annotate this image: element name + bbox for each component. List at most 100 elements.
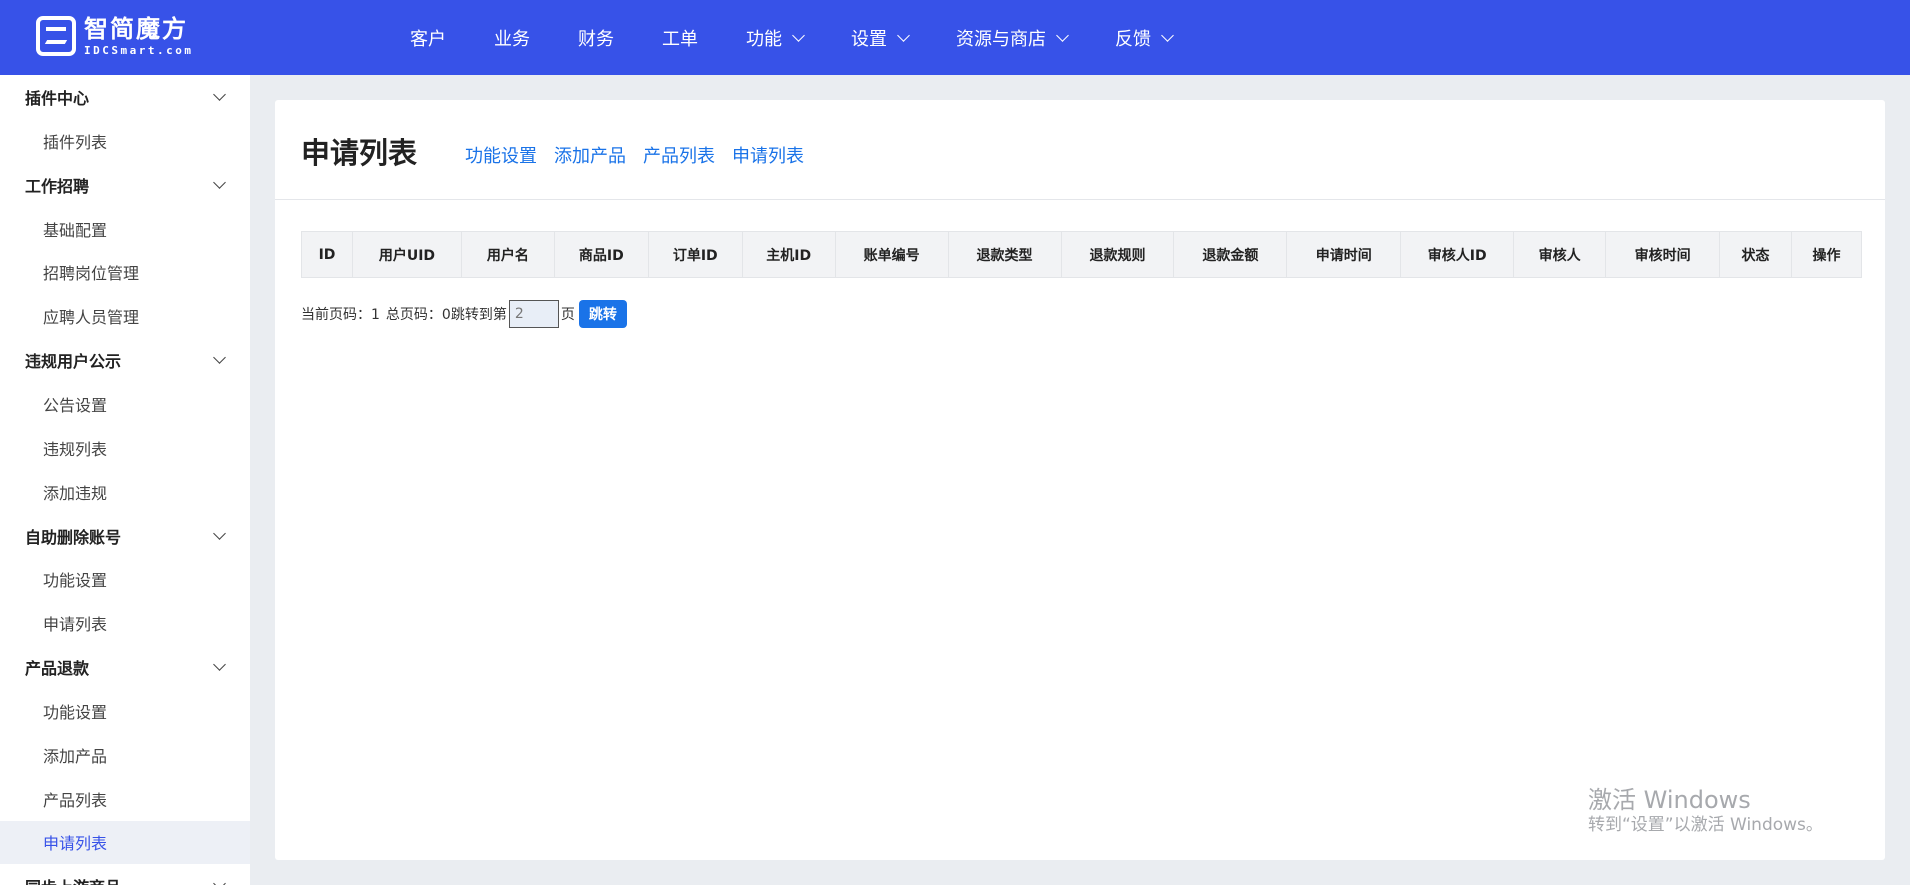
logo-cn-text: 智简魔方 <box>84 14 188 43</box>
total-pages-label: 总页码：0 <box>385 307 451 323</box>
sidebar-item[interactable]: 应聘人员管理 <box>0 294 250 338</box>
page-title: 申请列表 <box>301 136 418 170</box>
subnav-link[interactable]: 功能设置 <box>465 142 537 168</box>
table-column-header: ID <box>301 231 353 278</box>
nav-item-label: 反馈 <box>1115 28 1151 50</box>
chevron-down-icon <box>792 28 805 42</box>
watermark-subtitle: 转到“设置”以激活 Windows。 <box>1588 815 1823 835</box>
sidebar-group-label: 自助删除账号 <box>25 527 122 547</box>
table-column-header: 操作 <box>1791 231 1862 278</box>
table-column-header: 商品ID <box>553 231 649 278</box>
sidebar-group[interactable]: 产品退款 <box>0 645 250 689</box>
sidebar-item-label: 应聘人员管理 <box>43 308 140 328</box>
sidebar-group-label: 工作招聘 <box>25 176 90 196</box>
table-column-header: 审核人ID <box>1400 231 1515 278</box>
pagination: 当前页码：1 总页码：0 跳转到第 页 跳转 <box>301 300 627 328</box>
chevron-down-icon <box>897 28 910 42</box>
sidebar-item-label: 基础配置 <box>43 220 108 240</box>
chevron-down-icon <box>213 658 226 672</box>
table-column-header: 审核时间 <box>1605 231 1721 278</box>
nav-item-label: 设置 <box>851 28 887 50</box>
chevron-down-icon <box>213 88 226 101</box>
nav-item[interactable]: 设置 <box>829 0 934 75</box>
current-page-label: 当前页码：1 <box>301 307 380 323</box>
sidebar-group[interactable]: 插件中心 <box>0 75 250 119</box>
nav-item[interactable]: 资源与商店 <box>934 0 1093 75</box>
sidebar-item[interactable]: 添加违规 <box>0 470 250 514</box>
sidebar-group[interactable]: 同步上游商品 <box>0 864 250 885</box>
sidebar-item-label: 插件列表 <box>43 132 108 152</box>
table-column-header: 账单编号 <box>834 231 949 278</box>
sidebar-item[interactable]: 公告设置 <box>0 382 250 426</box>
sidebar-group[interactable]: 自助删除账号 <box>0 514 250 558</box>
subnav-link[interactable]: 产品列表 <box>643 142 715 168</box>
sidebar-item-label: 违规列表 <box>43 439 108 459</box>
sidebar-item[interactable]: 产品列表 <box>0 777 250 821</box>
table-column-header: 用户名 <box>460 231 555 278</box>
top-navbar: 智简魔方 IDCSmart.com 客户 业务 财务 工单 功能 设置 资源与商店 反馈 <box>0 0 1910 75</box>
logo-en-text: IDCSmart.com <box>84 43 194 57</box>
main-nav: 客户 业务 财务 工单 功能 设置 资源与商店 反馈 <box>388 0 1198 75</box>
jump-prefix-label: 跳转到第 <box>450 307 507 323</box>
table-column-header: 退款类型 <box>947 231 1062 278</box>
sidebar-item[interactable]: 基础配置 <box>0 207 250 251</box>
nav-item[interactable]: 反馈 <box>1093 0 1198 75</box>
sidebar-item[interactable]: 招聘岗位管理 <box>0 251 250 295</box>
nav-item-label: 客户 <box>410 28 446 50</box>
refund-application-table: ID 用户UID 用户名 商品ID 订单ID 主机ID 账单编号 退款类型 退款规则 退款金额 申请… <box>301 231 1862 278</box>
nav-item-label: 业务 <box>494 28 530 50</box>
nav-item-label: 工单 <box>662 28 698 50</box>
sidebar-item-label: 功能设置 <box>43 571 108 591</box>
nav-item-label: 财务 <box>578 28 614 50</box>
table-column-header: 申请时间 <box>1286 231 1402 278</box>
brand-logo[interactable]: 智简魔方 IDCSmart.com <box>36 16 193 56</box>
sidebar-group[interactable]: 违规用户公示 <box>0 338 250 382</box>
sidebar-item-label: 添加产品 <box>43 746 108 766</box>
nav-item-label: 资源与商店 <box>956 28 1046 50</box>
sidebar-item[interactable]: 申请列表 <box>0 601 250 645</box>
sidebar-item-label: 招聘岗位管理 <box>43 264 140 284</box>
jump-page-input[interactable] <box>508 300 559 328</box>
table-column-header: 用户UID <box>351 231 462 278</box>
sidebar-item-label: 产品列表 <box>43 790 108 810</box>
jump-button[interactable]: 跳转 <box>578 300 627 328</box>
sub-nav: 功能设置 添加产品 产品列表 申请列表 <box>465 142 821 168</box>
sidebar-item[interactable]: 插件列表 <box>0 119 250 163</box>
table-column-header: 退款规则 <box>1060 231 1175 278</box>
nav-item[interactable]: 财务 <box>556 0 640 75</box>
chevron-down-icon <box>1161 28 1174 42</box>
nav-item[interactable]: 业务 <box>472 0 556 75</box>
content-card: 申请列表 功能设置 添加产品 产品列表 申请列表 ID 用户UID 用户名 商品ID 订单ID… <box>275 100 1885 860</box>
nav-item[interactable]: 客户 <box>388 0 472 75</box>
table-header-row: ID 用户UID 用户名 商品ID 订单ID 主机ID 账单编号 退款类型 退款规则 退款金额 申请… <box>301 231 1862 278</box>
sidebar-item-label: 申请列表 <box>43 615 108 635</box>
chevron-down-icon <box>213 351 226 365</box>
sidebar-item[interactable]: 功能设置 <box>0 689 250 733</box>
sidebar-group-label: 产品退款 <box>25 659 90 679</box>
table-column-header: 状态 <box>1719 231 1792 278</box>
table-column-header: 主机ID <box>741 231 836 278</box>
table-column-header: 订单ID <box>647 231 743 278</box>
sidebar-item[interactable]: 添加产品 <box>0 733 250 777</box>
subnav-link[interactable]: 申请列表 <box>732 142 804 168</box>
sidebar-item-label: 功能设置 <box>43 703 108 723</box>
sidebar: 插件中心插件列表工作招聘基础配置招聘岗位管理 应聘人员管理违规用户公示 公告设置违规… <box>0 75 250 885</box>
sidebar-item-label: 添加违规 <box>43 483 108 503</box>
table-column-header: 退款金额 <box>1173 231 1288 278</box>
chevron-down-icon <box>213 175 226 189</box>
nav-item[interactable]: 工单 <box>640 0 724 75</box>
sidebar-item[interactable]: 功能设置 <box>0 558 250 602</box>
jump-suffix-label: 页 <box>560 307 575 323</box>
nav-item[interactable]: 功能 <box>724 0 829 75</box>
chevron-down-icon <box>213 877 226 885</box>
subnav-link[interactable]: 添加产品 <box>554 142 626 168</box>
sidebar-item-label: 申请列表 <box>43 834 108 854</box>
sidebar-item[interactable]: 违规列表 <box>0 426 250 470</box>
sidebar-item[interactable]: 申请列表 <box>0 820 250 865</box>
sidebar-group-label: 违规用户公示 <box>25 352 122 372</box>
logo-icon <box>36 16 76 56</box>
chevron-down-icon <box>213 526 226 540</box>
sidebar-group-label: 同步上游商品 <box>25 874 121 885</box>
sidebar-group[interactable]: 工作招聘 <box>0 163 250 207</box>
sidebar-item-label: 公告设置 <box>43 396 108 416</box>
